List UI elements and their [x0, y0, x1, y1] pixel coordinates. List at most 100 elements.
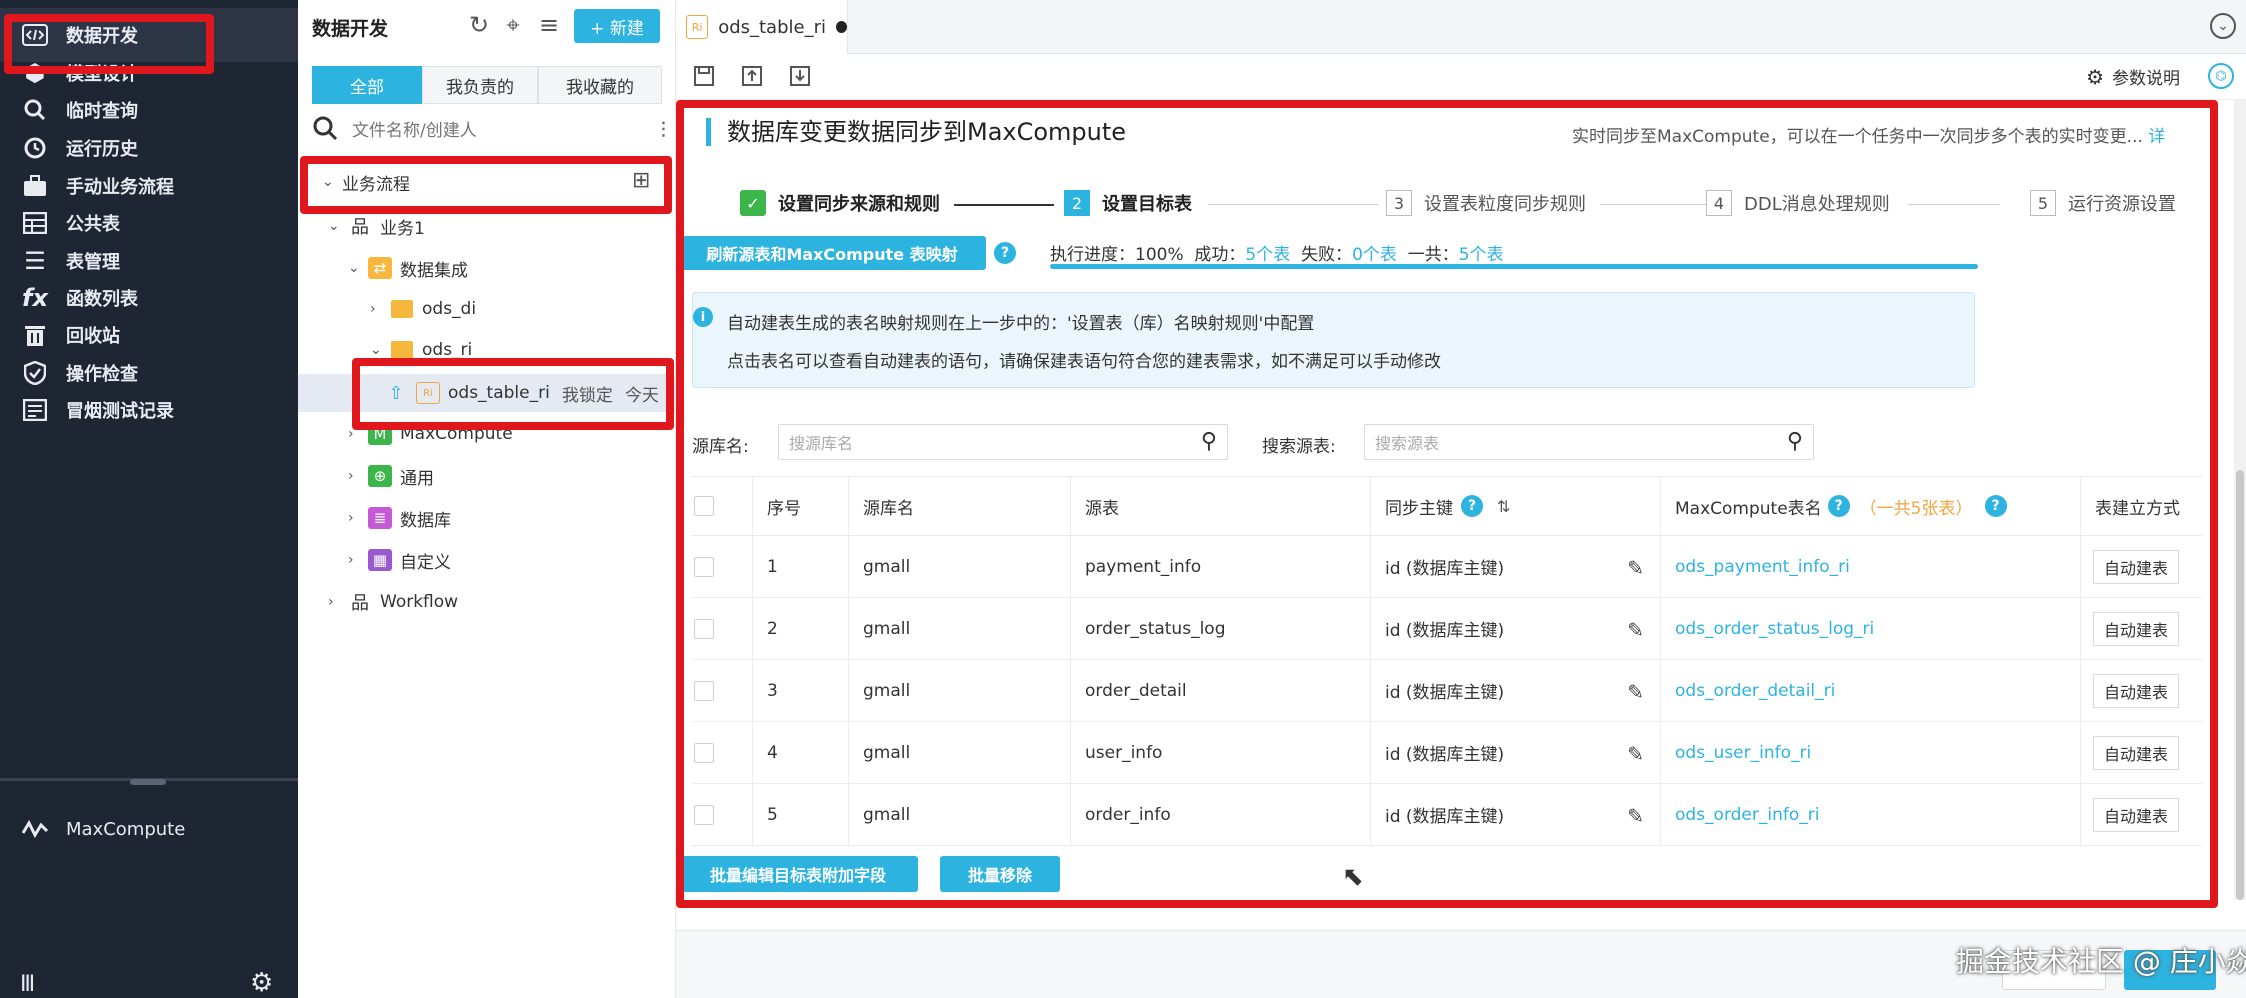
custom-icon: ▦ — [368, 549, 392, 571]
search-icon[interactable]: ⚲ — [1201, 429, 1217, 454]
mode-select[interactable]: 自动建表 — [2093, 673, 2180, 708]
description-detail-link[interactable]: 详 — [2148, 127, 2165, 147]
source-db-label: 源库名: — [692, 437, 749, 457]
mode-select[interactable]: 自动建表 — [2093, 549, 2180, 584]
row-target[interactable]: ods_payment_info_ri — [1660, 536, 2080, 597]
new-button[interactable]: + 新建 — [574, 9, 660, 43]
row-db: gmall — [848, 536, 1070, 597]
row-target[interactable]: ods_order_info_ri — [1660, 784, 2080, 845]
folder-icon — [390, 298, 414, 320]
step-1[interactable]: ✓ 设置同步来源和规则 — [740, 190, 940, 216]
tree-node-general[interactable]: › ⊕ 通用 — [348, 458, 434, 494]
tree-node-maxcompute[interactable]: › M MaxCompute — [348, 416, 513, 452]
edit-icon[interactable]: ✎ — [1627, 556, 1644, 580]
tree-node-biz1[interactable]: ⌄ 品 业务1 — [328, 208, 425, 244]
sort-icon[interactable]: ⇅ — [1497, 497, 1510, 516]
deploy-icon[interactable] — [786, 62, 814, 90]
row-checkbox[interactable] — [694, 556, 714, 577]
tree-node-custom[interactable]: › ▦ 自定义 — [348, 542, 451, 578]
engine-label: MaxCompute — [66, 818, 186, 840]
mode-select[interactable]: 自动建表 — [2093, 611, 2180, 646]
locate-icon[interactable]: ⌖ — [498, 10, 528, 40]
save-icon[interactable] — [690, 62, 718, 90]
tree-node-ods-table-ri[interactable]: ⇧ Ri ods_table_ri 我锁定 今天 — [384, 375, 659, 411]
success-count[interactable]: 5个表 — [1245, 245, 1290, 265]
params-link[interactable]: ⚙ 参数说明 — [2086, 64, 2180, 90]
upload-icon: ⇧ — [388, 382, 404, 404]
mode-select[interactable]: 自动建表 — [2093, 797, 2180, 832]
info-line-1: 自动建表生成的表名映射规则在上一步中的：'设置表（库）名映射规则'中配置 — [727, 314, 1315, 334]
row-target[interactable]: ods_order_detail_ri — [1660, 660, 2080, 721]
row-checkbox[interactable] — [694, 680, 714, 701]
row-pk-text: id (数据库主键) — [1385, 683, 1505, 703]
grid-icon[interactable]: ⊞ — [632, 168, 650, 193]
unsaved-dot-icon[interactable] — [836, 21, 847, 33]
row-target[interactable]: ods_user_info_ri — [1660, 722, 2080, 783]
filter-icon[interactable]: ⫶ — [660, 119, 666, 144]
left-sidebar: 数据开发 ⬢ 模型设计 临时查询 运行历史 手动业务流程 公共表 ☰ 表管理 f… — [0, 0, 298, 998]
select-all-checkbox[interactable] — [694, 496, 714, 516]
tree-node-database[interactable]: › ≣ 数据库 — [348, 500, 451, 536]
source-table-search[interactable]: 搜索源表 ⚲ — [1364, 424, 1814, 460]
row-target[interactable]: ods_order_status_log_ri — [1660, 598, 2080, 659]
menu-icon[interactable]: ≡ — [534, 10, 564, 40]
edit-icon[interactable]: ✎ — [1627, 680, 1644, 704]
filter-all[interactable]: 全部 — [312, 66, 422, 104]
tree-node-ods-ri[interactable]: ⌄ ods_ri — [370, 332, 472, 368]
batch-edit-button[interactable]: 批量编辑目标表附加字段 — [678, 856, 918, 892]
total-count[interactable]: 5个表 — [1459, 245, 1504, 265]
collapse-icon[interactable]: Ⅲ — [20, 972, 35, 997]
row-checkbox[interactable] — [694, 804, 714, 825]
help-circle-icon[interactable]: ? — [1461, 495, 1483, 517]
table-row: 4 gmall user_info id (数据库主键) ✎ ods_user_i… — [692, 722, 2202, 784]
step-2[interactable]: 2 设置目标表 — [1064, 190, 1192, 216]
filter-mine[interactable]: 我负责的 — [422, 66, 538, 104]
database-icon: ≣ — [368, 507, 392, 529]
tree-node-ods-di[interactable]: › ods_di — [370, 291, 476, 327]
help-circle-icon[interactable]: ? — [1827, 495, 1850, 517]
refresh-mapping-button[interactable]: 刷新源表和MaxCompute 表映射 — [678, 236, 986, 270]
settings-icon[interactable]: ⚙ — [250, 968, 273, 998]
source-db-placeholder: 搜源库名 — [789, 434, 854, 453]
resize-handle[interactable] — [130, 779, 166, 785]
row-pk: id (数据库主键) ✎ — [1370, 722, 1660, 783]
description-text: 实时同步至MaxCompute，可以在一个任务中一次同步多个表的实时变更... — [1572, 127, 2143, 147]
vertical-scrollbar[interactable] — [2234, 100, 2246, 900]
step-5[interactable]: 5 运行资源设置 — [2030, 190, 2176, 216]
source-table-placeholder: 搜索源表 — [1375, 434, 1440, 453]
refresh-icon[interactable]: ↻ — [464, 10, 494, 40]
filter-favorite[interactable]: 我收藏的 — [538, 66, 662, 104]
submit-icon[interactable] — [738, 62, 766, 90]
tab-ods-table-ri[interactable]: Ri ods_table_ri — [676, 0, 848, 54]
header-source: 源表 — [1070, 477, 1370, 535]
tree-search-input[interactable] — [352, 121, 622, 141]
help-icon[interactable]: ⌬ — [2208, 63, 2234, 89]
search-icon[interactable]: ⚲ — [1787, 429, 1803, 454]
scrollbar-thumb[interactable] — [2236, 470, 2244, 900]
chevron-right-icon: › — [348, 552, 354, 568]
batch-remove-button[interactable]: 批量移除 — [940, 856, 1060, 892]
step-4[interactable]: 4 DDL消息处理规则 — [1706, 190, 1890, 216]
source-db-search[interactable]: 搜源库名 ⚲ — [778, 424, 1228, 460]
edit-icon[interactable]: ✎ — [1627, 618, 1644, 642]
row-mode-cell: 自动建表 — [2080, 536, 2202, 597]
tree-node-data-integration[interactable]: ⌄ ⇄ 数据集成 — [348, 250, 468, 286]
chevron-down-icon[interactable]: ⌄ — [2210, 13, 2236, 39]
engine-maxcompute[interactable]: MaxCompute — [0, 802, 298, 856]
edit-icon[interactable]: ✎ — [1627, 804, 1644, 828]
row-checkbox[interactable] — [694, 742, 714, 763]
row-checkbox[interactable] — [694, 618, 714, 639]
mode-select[interactable]: 自动建表 — [2093, 735, 2180, 770]
nav-label: 运行历史 — [66, 139, 138, 160]
help-circle-icon[interactable]: ? — [994, 242, 1016, 264]
header-db: 源库名 — [848, 477, 1070, 535]
step-3[interactable]: 3 设置表粒度同步规则 — [1386, 190, 1586, 216]
step-label: 设置同步来源和规则 — [778, 194, 940, 215]
fail-count[interactable]: 0个表 — [1352, 245, 1397, 265]
tree-node-workflow[interactable]: › 品 Workflow — [328, 584, 458, 620]
help-circle-icon[interactable]: ? — [1984, 495, 2007, 517]
nav-item-smoke-test[interactable]: 冒烟测试记录 — [0, 383, 298, 437]
row-mode-cell: 自动建表 — [2080, 784, 2202, 845]
edit-icon[interactable]: ✎ — [1627, 742, 1644, 766]
tree-node-business-flow[interactable]: ⌄ 业务流程 — [322, 164, 410, 200]
